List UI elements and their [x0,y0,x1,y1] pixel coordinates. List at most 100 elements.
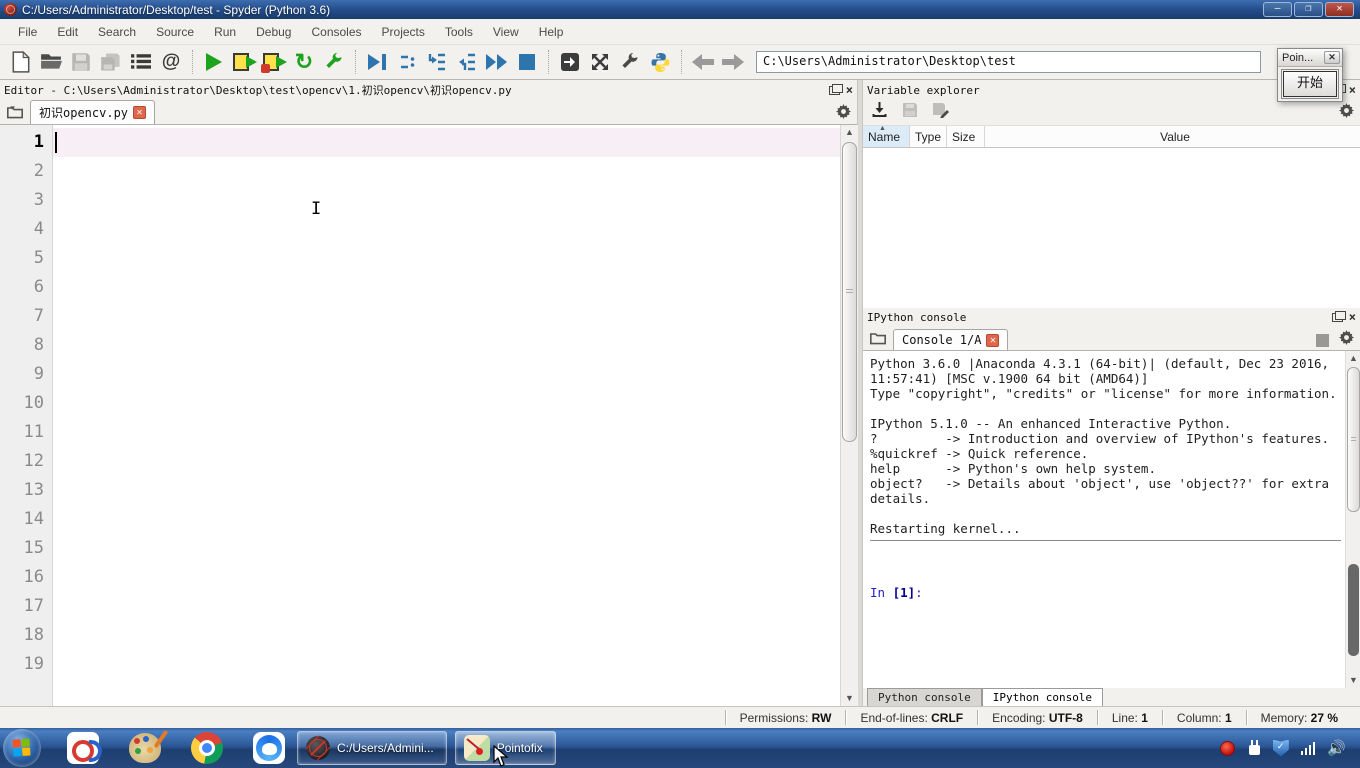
code-editor-area[interactable]: I [53,125,840,706]
menu-item-file[interactable]: File [8,21,47,43]
close-pane-icon[interactable]: × [1349,84,1356,96]
pointofix-floating-window[interactable]: Poin... ✕ 开始 [1277,48,1343,102]
debug-file-button[interactable] [362,48,392,76]
tools-wrench-button[interactable] [615,48,645,76]
menu-item-debug[interactable]: Debug [246,21,301,43]
column-header-name[interactable]: ▲ Name [863,125,910,147]
run-cell-advance-button[interactable] [259,48,289,76]
menu-item-consoles[interactable]: Consoles [301,21,371,43]
console-options-gear-icon[interactable] [1339,330,1354,350]
editor-scrollbar-thumb[interactable] [842,142,857,442]
start-button[interactable] [3,729,41,767]
editor-body: 1 2 3 4 5 6 7 8 9 10 11 12 13 14 15 16 17 18 19 I ▲ ▼ [0,125,858,706]
scroll-down-arrow[interactable]: ▼ [841,691,858,706]
volume-icon[interactable]: 🔊 [1327,739,1346,757]
tab-close-icon[interactable]: ✕ [133,106,147,119]
minimize-button[interactable]: — [1263,2,1292,17]
tab-python-console[interactable]: Python console [867,688,982,706]
forward-button[interactable] [718,48,748,76]
close-pane-icon[interactable]: × [1349,311,1356,323]
symbol-finder-button[interactable]: @ [156,48,186,76]
pointofix-titlebar[interactable]: Poin... ✕ [1278,49,1342,67]
variable-explorer-options-gear-icon[interactable] [1339,102,1354,123]
taskbar-pinned-paint-icon[interactable] [125,731,165,765]
scroll-up-arrow[interactable]: ▲ [841,125,858,140]
variable-explorer-pane: Variable explorer × ▲ Name Type Size Val… [862,80,1360,308]
taskbar-button-spyder[interactable]: C:/Users/Admini... [297,731,447,765]
console-tab[interactable]: Console 1/A ✕ [893,329,1009,350]
menu-item-source[interactable]: Source [146,21,204,43]
save-data-button[interactable] [902,102,918,123]
open-file-button[interactable] [36,48,66,76]
menu-item-run[interactable]: Run [204,21,246,43]
line-number: 13 [23,480,44,500]
maximize-pane-button[interactable] [555,48,585,76]
interrupt-kernel-icon[interactable] [1316,333,1329,347]
taskbar-pinned-browser-icon[interactable] [249,731,289,765]
run-file-button[interactable] [199,48,229,76]
menu-item-tools[interactable]: Tools [435,21,483,43]
taskbar-pinned-app-icon[interactable] [63,731,103,765]
network-signal-icon[interactable] [1300,741,1316,755]
editor-options-gear-icon[interactable] [836,104,851,124]
recording-indicator-icon[interactable] [1219,740,1235,756]
debug-step-return-button[interactable] [452,48,482,76]
pointofix-start-button[interactable]: 开始 [1281,69,1339,99]
console-scrollbar-thumb[interactable] [1347,367,1360,512]
menu-item-search[interactable]: Search [88,21,146,43]
debug-step-button[interactable] [392,48,422,76]
line-number: 1 [33,132,44,152]
close-pane-icon[interactable]: × [846,84,853,96]
inner-scrollbar-thumb[interactable] [1348,564,1359,656]
debug-stop-button[interactable] [512,48,542,76]
editor-scrollbar[interactable]: ▲ ▼ [840,125,858,706]
maximize-button[interactable]: ❐ [1294,2,1323,17]
column-header-type[interactable]: Type [910,126,947,147]
console-body[interactable]: Python 3.6.0 |Anaconda 4.3.1 (64-bit)| (… [863,351,1360,688]
browse-tabs-icon[interactable] [0,100,30,124]
save-all-button[interactable] [96,48,126,76]
close-button[interactable]: ✕ [1325,2,1354,17]
window-titlebar[interactable]: C:/Users/Administrator/Desktop/test - Sp… [0,0,1360,19]
scroll-up-arrow[interactable]: ▲ [1346,351,1360,366]
column-header-value[interactable]: Value [985,126,1360,147]
security-shield-icon[interactable] [1272,739,1289,757]
working-directory-input[interactable]: C:\Users\Administrator\Desktop\test [756,51,1261,73]
save-data-as-button[interactable] [932,102,949,123]
tab-ipython-console[interactable]: IPython console [981,688,1104,706]
save-button[interactable] [66,48,96,76]
import-data-button[interactable] [871,102,888,123]
console-scrollbar[interactable]: ▲ ▼ [1345,351,1360,688]
editor-tab[interactable]: 初识opencv.py ✕ [30,100,156,124]
taskbar-pinned-chrome-icon[interactable] [187,731,227,765]
run-settings-button[interactable] [319,48,349,76]
variable-table-body[interactable] [863,148,1360,308]
pointofix-close-button[interactable]: ✕ [1324,51,1340,64]
console-prompt[interactable]: In [1]: [870,585,1343,600]
menu-item-help[interactable]: Help [529,21,574,43]
tab-close-icon[interactable]: ✕ [986,333,1000,347]
undock-pane-icon[interactable] [1331,310,1346,322]
statusbar-item-encoding: Encoding: UTF-8 [992,710,1083,725]
menu-item-edit[interactable]: Edit [47,21,88,43]
file-switcher-button[interactable] [126,48,156,76]
power-plug-icon[interactable] [1247,740,1261,756]
ipython-console-pane: IPython console × Console 1/A ✕ Python 3… [862,308,1360,706]
console-output[interactable]: Python 3.6.0 |Anaconda 4.3.1 (64-bit)| (… [863,351,1345,688]
menu-item-view[interactable]: View [483,21,529,43]
statusbar-item-permissions: Permissions: RW [739,710,832,725]
debug-continue-button[interactable] [482,48,512,76]
column-header-size[interactable]: Size [947,126,985,147]
python-logo-icon[interactable] [645,48,675,76]
browse-tabs-icon[interactable] [863,326,893,350]
debug-step-into-button[interactable] [422,48,452,76]
fullscreen-button[interactable] [585,48,615,76]
undock-pane-icon[interactable] [828,83,843,95]
editor-pane-title: Editor - C:\Users\Administrator\Desktop\… [4,84,512,97]
back-button[interactable] [688,48,718,76]
run-cell-button[interactable] [229,48,259,76]
menu-item-projects[interactable]: Projects [372,21,435,43]
scroll-down-arrow[interactable]: ▼ [1346,673,1360,688]
rerun-cell-button[interactable]: ↻ [289,48,319,76]
new-file-button[interactable] [6,48,36,76]
